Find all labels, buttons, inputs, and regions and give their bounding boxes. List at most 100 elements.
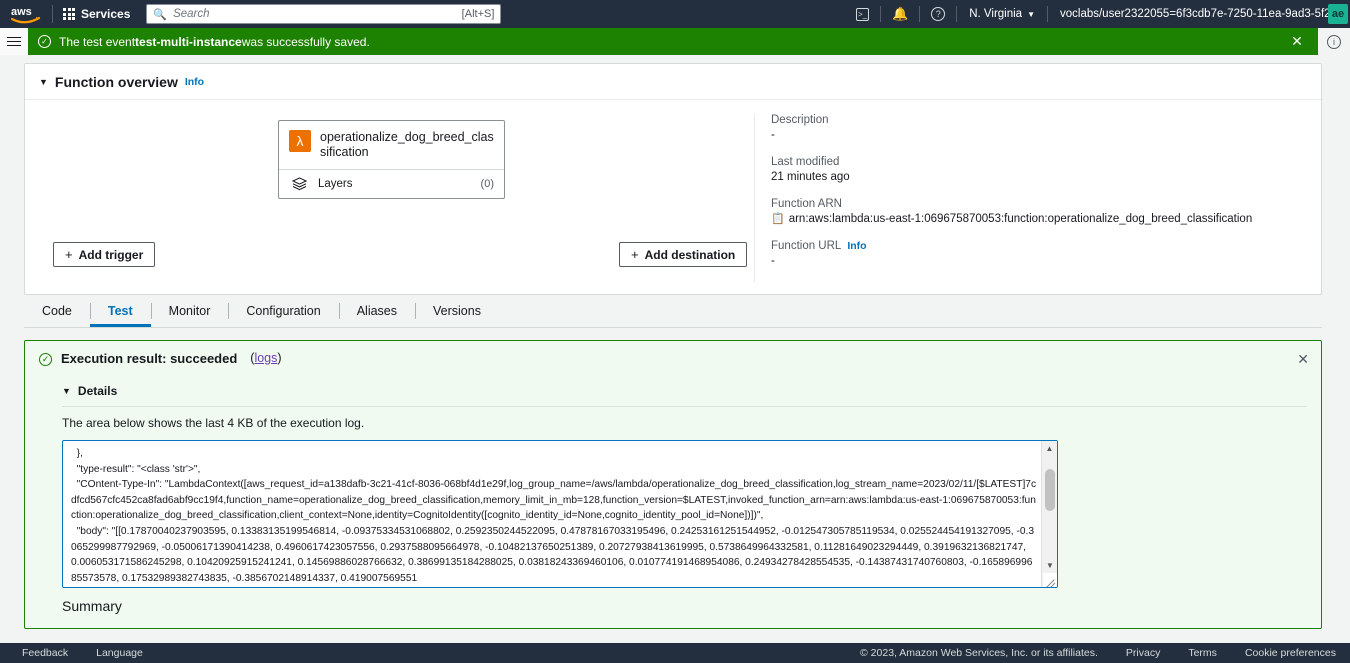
- global-navigation-bar: aws Services 🔍 [Alt+S] >_ 🔔 ? N. Virgini…: [0, 0, 1350, 28]
- function-name-label: operationalize_dog_breed_classification: [320, 130, 494, 159]
- execution-log-text: }, "type-result": "<class 'str'>", "COnt…: [71, 448, 1037, 584]
- tab-test[interactable]: Test: [89, 295, 151, 327]
- help-question-mark-icon[interactable]: ?: [920, 0, 956, 28]
- tab-code[interactable]: Code: [24, 295, 90, 327]
- function-url-label-row: Function URL Info: [771, 240, 1307, 252]
- copy-icon[interactable]: 📋: [771, 212, 785, 227]
- function-overview-body: λ operationalize_dog_breed_classificatio…: [25, 100, 1321, 294]
- function-url-value: -: [771, 255, 775, 267]
- flash-close-button[interactable]: ✕: [1276, 28, 1318, 55]
- details-toggle[interactable]: ▼ Details: [62, 384, 1307, 398]
- tab-versions[interactable]: Versions: [415, 295, 499, 327]
- function-overview-panel: ▼ Function overview Info λ operationaliz…: [24, 63, 1322, 295]
- footer-left-links: Feedback Language: [0, 647, 171, 659]
- terms-link[interactable]: Terms: [1160, 647, 1217, 659]
- add-trigger-label: Add trigger: [78, 247, 144, 262]
- notifications-bell-icon[interactable]: 🔔: [881, 0, 919, 28]
- logs-link-wrap: (logs): [250, 351, 281, 365]
- layers-icon: [289, 177, 309, 191]
- cookie-preferences-link[interactable]: Cookie preferences: [1217, 647, 1336, 659]
- language-link[interactable]: Language: [96, 647, 171, 659]
- resize-grip-icon[interactable]: [1043, 573, 1057, 587]
- services-label: Services: [81, 7, 131, 21]
- last-modified-label: Last modified: [771, 156, 840, 168]
- summary-heading: Summary: [62, 598, 122, 614]
- function-card[interactable]: λ operationalize_dog_breed_classificatio…: [278, 120, 505, 199]
- success-check-icon: ✓: [38, 35, 51, 48]
- info-circle-icon: i: [1327, 34, 1341, 49]
- copyright-text: © 2023, Amazon Web Services, Inc. or its…: [860, 647, 1098, 659]
- function-url-label: Function URL: [771, 240, 842, 252]
- function-card-header: λ operationalize_dog_breed_classificatio…: [279, 121, 504, 169]
- info-panel-toggle[interactable]: i: [1318, 28, 1350, 55]
- add-destination-button[interactable]: + Add destination: [619, 242, 748, 267]
- region-label: N. Virginia: [969, 8, 1023, 20]
- function-arn-value: arn:aws:lambda:us-east-1:069675870053:fu…: [788, 213, 1253, 225]
- execution-result-close-button[interactable]: ✕: [1297, 351, 1309, 368]
- plus-icon: +: [65, 247, 73, 262]
- divider: [62, 406, 1307, 407]
- search-icon: 🔍: [153, 8, 168, 21]
- success-flash-message: ✓ The test event test-multi-instance was…: [28, 28, 1276, 55]
- flash-text-event-name: test-multi-instance: [135, 34, 242, 49]
- privacy-link[interactable]: Privacy: [1098, 647, 1160, 659]
- plus-icon: +: [631, 247, 639, 262]
- account-menu-button[interactable]: voclabs/user2322055=6f3cdb7e-7250-11ea-9…: [1048, 0, 1328, 28]
- aws-logo[interactable]: aws: [0, 5, 52, 24]
- flash-text-suffix: was successfully saved.: [241, 34, 370, 49]
- chevron-down-icon: ▼: [1027, 9, 1035, 19]
- svg-text:aws: aws: [11, 6, 32, 18]
- main-content-area: ▼ Function overview Info λ operationaliz…: [0, 55, 1350, 663]
- tab-configuration[interactable]: Configuration: [228, 295, 338, 327]
- execution-log-note: The area below shows the last 4 KB of th…: [62, 416, 365, 430]
- flash-text-prefix: The test event: [59, 34, 136, 49]
- function-metadata: Description - Last modified 21 minutes a…: [754, 114, 1307, 282]
- grid-icon: [63, 8, 75, 20]
- function-arn-label: Function ARN: [771, 198, 842, 210]
- info-link[interactable]: Info: [185, 76, 204, 88]
- chevron-down-icon[interactable]: ▼: [39, 77, 48, 87]
- function-overview-header[interactable]: ▼ Function overview Info: [25, 64, 1321, 100]
- search-shortcut-hint: [Alt+S]: [461, 8, 495, 20]
- global-nav-right: >_ 🔔 ? N. Virginia ▼ voclabs/user2322055…: [845, 0, 1350, 28]
- paren-close: ): [277, 351, 282, 365]
- logs-link[interactable]: logs: [254, 351, 277, 365]
- account-avatar[interactable]: ae: [1328, 4, 1348, 24]
- scroll-down-arrow-icon[interactable]: ▼: [1042, 558, 1057, 573]
- flash-message-row: ✓ The test event test-multi-instance was…: [0, 28, 1350, 55]
- layers-count: (0): [480, 178, 494, 190]
- services-menu-button[interactable]: Services: [53, 0, 140, 28]
- tab-monitor[interactable]: Monitor: [150, 295, 229, 327]
- global-search-box[interactable]: 🔍 [Alt+S]: [146, 4, 502, 24]
- page-title: Function overview: [54, 74, 178, 90]
- execution-result-panel: ✕ ✓ Execution result: succeeded (logs) ▼…: [24, 340, 1322, 629]
- footer-right-links: © 2023, Amazon Web Services, Inc. or its…: [832, 647, 1350, 659]
- log-scrollbar[interactable]: ▲ ▼: [1041, 441, 1057, 587]
- last-modified-value: 21 minutes ago: [771, 171, 850, 183]
- layers-row[interactable]: Layers (0): [279, 169, 504, 198]
- success-check-icon: ✓: [39, 353, 52, 366]
- page-footer: Feedback Language © 2023, Amazon Web Ser…: [0, 643, 1350, 663]
- execution-result-header: ✓ Execution result: succeeded (logs): [39, 351, 1307, 366]
- execution-log-textarea[interactable]: }, "type-result": "<class 'str'>", "COnt…: [62, 440, 1058, 588]
- feedback-link[interactable]: Feedback: [22, 647, 96, 659]
- cloudshell-icon[interactable]: >_: [845, 0, 880, 28]
- info-link[interactable]: Info: [847, 240, 866, 252]
- function-arn-value-row: 📋 arn:aws:lambda:us-east-1:069675870053:f…: [771, 212, 1307, 227]
- account-label: voclabs/user2322055=6f3cdb7e-7250-11ea-9…: [1060, 8, 1328, 20]
- add-trigger-button[interactable]: + Add trigger: [53, 242, 156, 267]
- scrollbar-thumb[interactable]: [1045, 469, 1055, 511]
- scroll-up-arrow-icon[interactable]: ▲: [1042, 441, 1057, 456]
- chevron-down-icon: ▼: [62, 386, 71, 396]
- description-label: Description: [771, 114, 829, 126]
- description-value: -: [771, 129, 775, 141]
- execution-result-title: Execution result: succeeded: [61, 351, 238, 366]
- layers-label: Layers: [318, 178, 353, 190]
- region-selector[interactable]: N. Virginia ▼: [957, 0, 1047, 28]
- sidebar-toggle-hamburger-icon[interactable]: [0, 28, 28, 55]
- search-input[interactable]: [173, 8, 462, 20]
- function-diagram: λ operationalize_dog_breed_classificatio…: [39, 114, 754, 282]
- tab-aliases[interactable]: Aliases: [338, 295, 415, 327]
- function-tabs: Code Test Monitor Configuration Aliases …: [24, 295, 1322, 328]
- lambda-icon: λ: [289, 130, 311, 152]
